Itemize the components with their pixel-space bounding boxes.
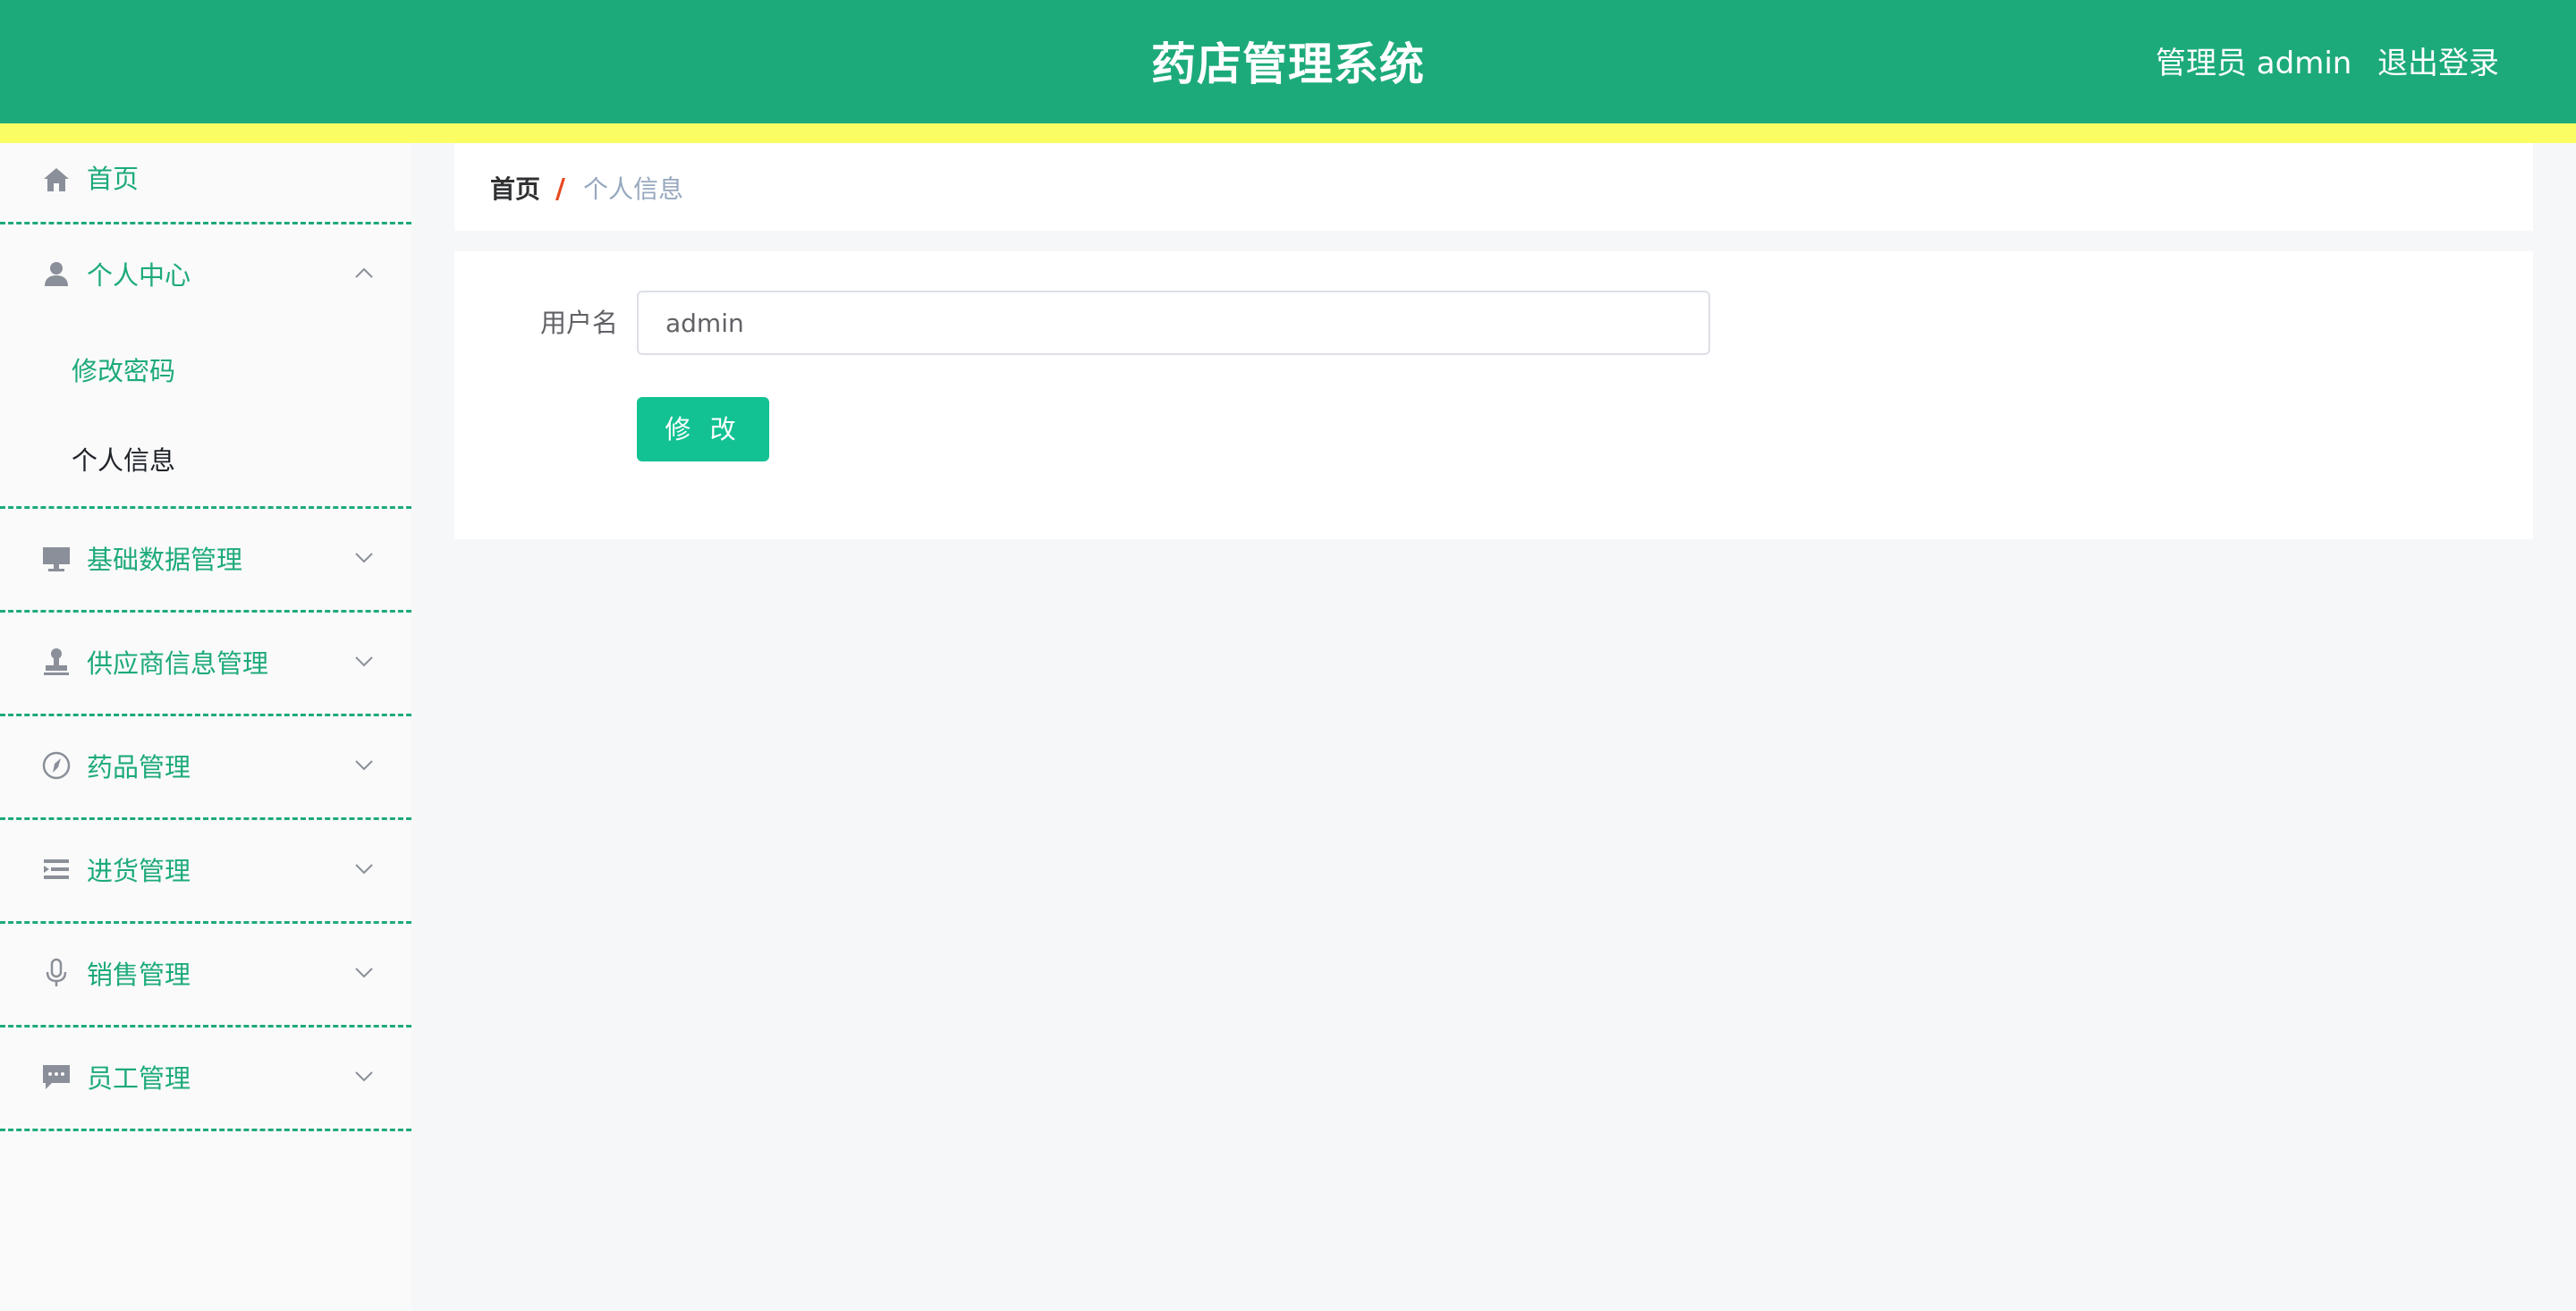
chevron-down-icon [354,550,374,563]
list-icon [41,854,72,884]
breadcrumb-home-link[interactable]: 首页 [490,143,540,231]
sidebar-item-label: 进货管理 [87,856,191,886]
logout-button[interactable]: 退出登录 [2377,0,2499,123]
sidebar-item-label: 基础数据管理 [87,545,243,575]
monitor-icon [41,543,72,573]
current-user-label: 管理员 admin [2156,46,2352,81]
sidebar-menu: 首页 个人中心 修改密码 个人信息 基础数据管理 供应商信息管理 药品管理 进货… [0,143,411,1311]
sidebar-item-medicine[interactable]: 药品管理 [0,716,411,820]
sidebar-item-label: 药品管理 [87,752,191,782]
breadcrumb-current: 个人信息 [583,174,684,204]
username-input[interactable] [637,291,1710,355]
sidebar-item-basic-data[interactable]: 基础数据管理 [0,509,411,613]
sidebar-item-staff[interactable]: 员工管理 [0,1028,411,1131]
sidebar-item-label: 供应商信息管理 [87,648,269,679]
sidebar-item-purchase[interactable]: 进货管理 [0,820,411,924]
sidebar-item-supplier[interactable]: 供应商信息管理 [0,613,411,716]
chevron-down-icon [354,757,374,771]
personal-info-form: 用户名 修 改 [454,251,2533,539]
compass-icon [41,750,72,781]
chevron-down-icon [354,965,374,978]
message-icon [41,1061,72,1092]
update-button[interactable]: 修 改 [637,397,769,461]
sidebar-item-personal-center[interactable]: 个人中心 修改密码 个人信息 [0,224,411,509]
chevron-down-icon [354,861,374,875]
sidebar-item-label: 员工管理 [87,1063,191,1094]
app-header: 药店管理系统 管理员 admin 退出登录 [0,0,2576,123]
chevron-down-icon [354,654,374,667]
stamp-icon [41,647,72,677]
sidebar-item-label: 销售管理 [87,960,191,990]
sidebar-item-sales[interactable]: 销售管理 [0,924,411,1028]
sidebar-item-label: 个人中心 [87,260,191,291]
header-accent-stripe [0,123,2576,143]
username-label: 用户名 [540,308,619,338]
sidebar-subitem-change-password[interactable]: 修改密码 [0,326,411,416]
sidebar-subitem-label: 个人信息 [72,445,176,476]
sidebar-subitem-personal-info[interactable]: 个人信息 [0,416,411,505]
chevron-down-icon [354,1069,374,1082]
sidebar-item-home[interactable]: 首页 [0,143,411,224]
breadcrumb: 首页 / 个人信息 [454,143,2533,231]
breadcrumb-separator: / [555,173,565,205]
chevron-up-icon [354,266,374,278]
user-icon [41,258,72,289]
sidebar-subitem-label: 修改密码 [72,356,176,386]
microphone-icon [41,958,72,988]
home-icon [41,165,72,195]
